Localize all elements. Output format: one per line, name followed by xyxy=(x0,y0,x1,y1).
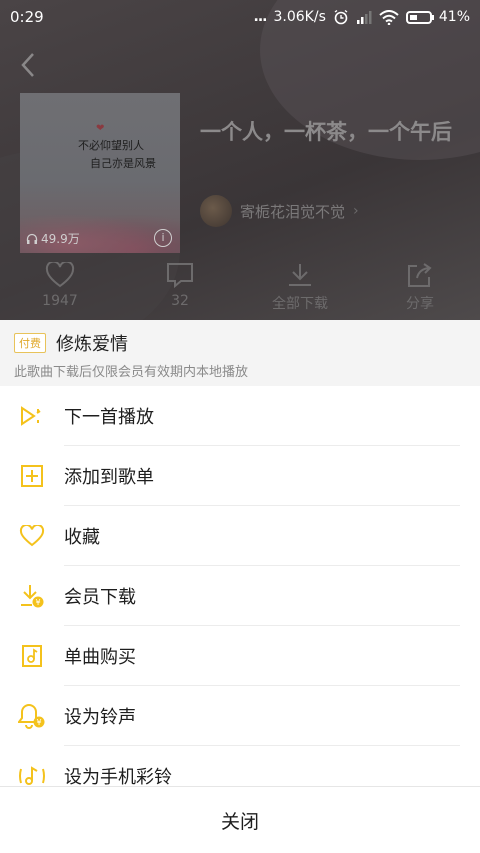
cover-text-line1: 不必仰望别人 xyxy=(78,139,144,152)
menu-item-buy-song[interactable]: 单曲购买 xyxy=(0,626,480,686)
like-button[interactable]: 1947 xyxy=(0,262,120,320)
alarm-icon xyxy=(334,9,348,25)
network-speed: 3.06K/s xyxy=(273,9,326,25)
play-next-icon xyxy=(0,405,64,427)
play-count: 49.9万 xyxy=(26,230,80,247)
close-button[interactable]: 关闭 xyxy=(0,786,480,853)
menu-scroll[interactable]: 下一首播放 添加到歌单 收藏 ¥ 会员下载 单曲购买 ¥ 设为铃声 设为手机彩铃 xyxy=(0,386,480,786)
sheet-title-row: 付费 修炼爱情 xyxy=(14,330,466,356)
status-bar: 0:29 ... 3.06K/s 41% xyxy=(0,0,480,34)
avatar xyxy=(200,195,232,227)
svg-text:¥: ¥ xyxy=(35,598,40,607)
ringtone-icon: ¥ xyxy=(0,702,64,730)
heart-icon xyxy=(0,525,64,547)
download-icon xyxy=(289,264,311,286)
song-options-sheet: 付费 修炼爱情 此歌曲下载后仅限会员有效期内本地播放 下一首播放 添加到歌单 收… xyxy=(0,320,480,853)
options-menu: 下一首播放 添加到歌单 收藏 ¥ 会员下载 单曲购买 ¥ 设为铃声 设为手机彩铃 xyxy=(0,386,480,786)
creator-name: 寄栀花泪觉不觉 xyxy=(240,202,346,221)
comment-button[interactable]: 32 xyxy=(120,262,240,320)
song-title: 修炼爱情 xyxy=(56,334,128,355)
cover-heart-icon: ❤ xyxy=(96,123,105,134)
info-icon[interactable]: i xyxy=(154,229,172,247)
back-arrow-icon[interactable] xyxy=(16,50,40,80)
menu-item-label: 设为铃声 xyxy=(64,707,136,728)
menu-item-phone-ringback[interactable]: 设为手机彩铃 xyxy=(0,746,480,786)
menu-item-label: 收藏 xyxy=(64,527,100,548)
cover-text-line2: 自己亦是风景 xyxy=(90,157,156,170)
status-right: ... 3.06K/s 41% xyxy=(254,9,470,25)
battery-fill xyxy=(409,14,417,20)
playlist-creator[interactable]: 寄栀花泪觉不觉 › xyxy=(200,195,359,227)
signal-icon xyxy=(356,11,372,24)
menu-item-label: 下一首播放 xyxy=(64,407,154,428)
menu-item-ringtone[interactable]: ¥ 设为铃声 xyxy=(0,686,480,746)
playlist-title: 一个人，一杯茶，一个午后 xyxy=(200,120,452,144)
menu-item-label: 会员下载 xyxy=(64,587,136,608)
heart-icon xyxy=(45,262,75,288)
phone-ringback-icon xyxy=(0,763,64,786)
playlist-actions: 1947 32 全部下载 分享 xyxy=(0,262,480,320)
comment-icon xyxy=(167,263,193,288)
paid-badge: 付费 xyxy=(14,333,46,353)
menu-item-play-next[interactable]: 下一首播放 xyxy=(0,386,480,446)
download-all-button[interactable]: 全部下载 xyxy=(240,262,360,320)
vip-download-icon: ¥ xyxy=(0,583,64,609)
share-button[interactable]: 分享 xyxy=(360,262,480,320)
headphone-icon xyxy=(26,233,38,244)
sheet-header: 付费 修炼爱情 此歌曲下载后仅限会员有效期内本地播放 xyxy=(0,320,480,386)
add-to-playlist-icon xyxy=(0,464,64,488)
battery-percent: 41% xyxy=(438,9,470,25)
download-note: 此歌曲下载后仅限会员有效期内本地播放 xyxy=(14,365,249,380)
playlist-cover[interactable]: ❤ 不必仰望别人 自己亦是风景 49.9万 i xyxy=(20,93,180,253)
menu-item-favorite[interactable]: 收藏 xyxy=(0,506,480,566)
share-icon xyxy=(408,263,432,287)
comment-count: 32 xyxy=(171,293,189,309)
menu-item-vip-download[interactable]: ¥ 会员下载 xyxy=(0,566,480,626)
status-time: 0:29 xyxy=(10,8,44,26)
download-all-label: 全部下载 xyxy=(272,296,328,312)
chevron-right-icon: › xyxy=(353,203,359,219)
svg-text:¥: ¥ xyxy=(36,718,41,727)
menu-item-label: 设为手机彩铃 xyxy=(64,767,172,786)
menu-item-add-to-playlist[interactable]: 添加到歌单 xyxy=(0,446,480,506)
status-dots: ... xyxy=(253,9,268,25)
menu-item-label: 单曲购买 xyxy=(64,647,136,668)
like-count: 1947 xyxy=(42,293,78,309)
share-label: 分享 xyxy=(406,296,434,312)
battery-icon xyxy=(405,10,434,24)
buy-song-icon xyxy=(0,644,64,668)
menu-item-label: 添加到歌单 xyxy=(64,467,154,488)
wifi-icon xyxy=(379,9,399,25)
play-count-value: 49.9万 xyxy=(41,232,80,246)
